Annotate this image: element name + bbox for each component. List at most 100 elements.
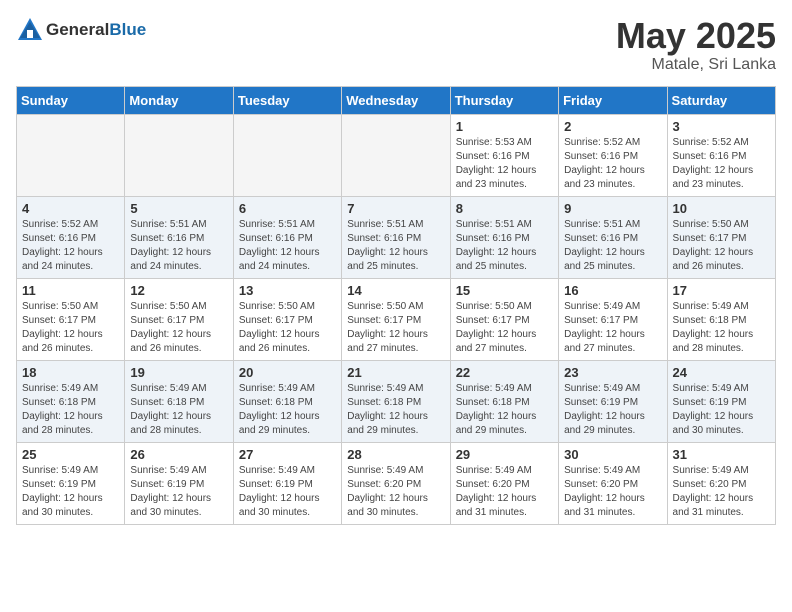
day-info: Sunrise: 5:49 AM Sunset: 6:18 PM Dayligh… <box>22 382 119 438</box>
table-row: 11 Sunrise: 5:50 AM Sunset: 6:17 PM Dayli… <box>17 278 125 360</box>
day-info: Sunrise: 5:50 AM Sunset: 6:17 PM Dayligh… <box>239 300 336 356</box>
table-row: 22 Sunrise: 5:49 AM Sunset: 6:18 PM Dayli… <box>450 360 558 442</box>
header-sunday: Sunday <box>17 86 125 114</box>
table-row: 1 Sunrise: 5:53 AM Sunset: 6:16 PM Daylig… <box>450 114 558 196</box>
day-number: 21 <box>347 365 444 380</box>
day-number: 26 <box>130 447 227 462</box>
table-row: 24Sunrise: 5:49 AM Sunset: 6:19 PM Dayli… <box>667 360 775 442</box>
table-row: 25Sunrise: 5:49 AM Sunset: 6:19 PM Dayli… <box>17 442 125 524</box>
day-info: Sunrise: 5:49 AM Sunset: 6:18 PM Dayligh… <box>347 382 444 438</box>
table-row: 6 Sunrise: 5:51 AM Sunset: 6:16 PM Daylig… <box>233 196 341 278</box>
table-row: 16 Sunrise: 5:49 AM Sunset: 6:17 PM Dayli… <box>559 278 667 360</box>
day-info: Sunrise: 5:51 AM Sunset: 6:16 PM Dayligh… <box>130 218 227 274</box>
day-number: 6 <box>239 201 336 216</box>
day-number: 17 <box>673 283 770 298</box>
table-row: 9Sunrise: 5:51 AM Sunset: 6:16 PM Daylig… <box>559 196 667 278</box>
day-info: Sunrise: 5:51 AM Sunset: 6:16 PM Dayligh… <box>347 218 444 274</box>
day-info: Sunrise: 5:50 AM Sunset: 6:17 PM Dayligh… <box>456 300 553 356</box>
weekday-header-row: Sunday Monday Tuesday Wednesday Thursday… <box>17 86 776 114</box>
day-number: 9 <box>564 201 661 216</box>
table-row: 5 Sunrise: 5:51 AM Sunset: 6:16 PM Daylig… <box>125 196 233 278</box>
title-block: May 2025 Matale, Sri Lanka <box>616 16 776 74</box>
table-row: 10 Sunrise: 5:50 AM Sunset: 6:17 PM Dayli… <box>667 196 775 278</box>
month-year-title: May 2025 <box>616 16 776 56</box>
day-number: 8 <box>456 201 553 216</box>
day-info: Sunrise: 5:49 AM Sunset: 6:20 PM Dayligh… <box>564 464 661 520</box>
table-row: 27 Sunrise: 5:49 AM Sunset: 6:19 PM Dayli… <box>233 442 341 524</box>
day-info: Sunrise: 5:53 AM Sunset: 6:16 PM Dayligh… <box>456 136 553 192</box>
calendar-week-row: 25Sunrise: 5:49 AM Sunset: 6:19 PM Dayli… <box>17 442 776 524</box>
day-info: Sunrise: 5:50 AM Sunset: 6:17 PM Dayligh… <box>347 300 444 356</box>
day-info: Sunrise: 5:49 AM Sunset: 6:20 PM Dayligh… <box>347 464 444 520</box>
table-row: 29Sunrise: 5:49 AM Sunset: 6:20 PM Dayli… <box>450 442 558 524</box>
header-tuesday: Tuesday <box>233 86 341 114</box>
page-header: GeneralBlue May 2025 Matale, Sri Lanka <box>16 16 776 74</box>
day-number: 12 <box>130 283 227 298</box>
table-row <box>342 114 450 196</box>
table-row: 7 Sunrise: 5:51 AM Sunset: 6:16 PM Daylig… <box>342 196 450 278</box>
calendar-week-row: 11 Sunrise: 5:50 AM Sunset: 6:17 PM Dayli… <box>17 278 776 360</box>
day-info: Sunrise: 5:51 AM Sunset: 6:16 PM Dayligh… <box>456 218 553 274</box>
day-info: Sunrise: 5:52 AM Sunset: 6:16 PM Dayligh… <box>22 218 119 274</box>
table-row <box>125 114 233 196</box>
day-number: 30 <box>564 447 661 462</box>
day-number: 20 <box>239 365 336 380</box>
day-number: 2 <box>564 119 661 134</box>
day-number: 11 <box>22 283 119 298</box>
day-info: Sunrise: 5:49 AM Sunset: 6:18 PM Dayligh… <box>456 382 553 438</box>
day-number: 7 <box>347 201 444 216</box>
logo-text-general: General <box>46 20 109 39</box>
table-row: 8 Sunrise: 5:51 AM Sunset: 6:16 PM Daylig… <box>450 196 558 278</box>
header-saturday: Saturday <box>667 86 775 114</box>
logo-icon <box>16 16 44 44</box>
day-number: 19 <box>130 365 227 380</box>
day-info: Sunrise: 5:49 AM Sunset: 6:19 PM Dayligh… <box>564 382 661 438</box>
day-number: 3 <box>673 119 770 134</box>
day-info: Sunrise: 5:49 AM Sunset: 6:18 PM Dayligh… <box>673 300 770 356</box>
table-row: 23Sunrise: 5:49 AM Sunset: 6:19 PM Dayli… <box>559 360 667 442</box>
table-row: 2Sunrise: 5:52 AM Sunset: 6:16 PM Daylig… <box>559 114 667 196</box>
calendar-week-row: 1 Sunrise: 5:53 AM Sunset: 6:16 PM Daylig… <box>17 114 776 196</box>
table-row: 31 Sunrise: 5:49 AM Sunset: 6:20 PM Dayli… <box>667 442 775 524</box>
table-row: 26 Sunrise: 5:49 AM Sunset: 6:19 PM Dayli… <box>125 442 233 524</box>
table-row <box>233 114 341 196</box>
day-number: 29 <box>456 447 553 462</box>
table-row: 30 Sunrise: 5:49 AM Sunset: 6:20 PM Dayli… <box>559 442 667 524</box>
table-row: 17 Sunrise: 5:49 AM Sunset: 6:18 PM Dayli… <box>667 278 775 360</box>
day-number: 16 <box>564 283 661 298</box>
day-number: 14 <box>347 283 444 298</box>
day-info: Sunrise: 5:49 AM Sunset: 6:17 PM Dayligh… <box>564 300 661 356</box>
table-row: 3Sunrise: 5:52 AM Sunset: 6:16 PM Daylig… <box>667 114 775 196</box>
day-number: 15 <box>456 283 553 298</box>
day-info: Sunrise: 5:51 AM Sunset: 6:16 PM Dayligh… <box>239 218 336 274</box>
day-number: 27 <box>239 447 336 462</box>
table-row: 4 Sunrise: 5:52 AM Sunset: 6:16 PM Daylig… <box>17 196 125 278</box>
table-row: 21 Sunrise: 5:49 AM Sunset: 6:18 PM Dayli… <box>342 360 450 442</box>
day-info: Sunrise: 5:49 AM Sunset: 6:19 PM Dayligh… <box>130 464 227 520</box>
calendar-week-row: 4 Sunrise: 5:52 AM Sunset: 6:16 PM Daylig… <box>17 196 776 278</box>
day-number: 18 <box>22 365 119 380</box>
day-number: 5 <box>130 201 227 216</box>
day-info: Sunrise: 5:49 AM Sunset: 6:19 PM Dayligh… <box>239 464 336 520</box>
calendar-table: Sunday Monday Tuesday Wednesday Thursday… <box>16 86 776 525</box>
logo: GeneralBlue <box>16 16 146 44</box>
day-info: Sunrise: 5:50 AM Sunset: 6:17 PM Dayligh… <box>22 300 119 356</box>
table-row: 18 Sunrise: 5:49 AM Sunset: 6:18 PM Dayli… <box>17 360 125 442</box>
day-info: Sunrise: 5:50 AM Sunset: 6:17 PM Dayligh… <box>673 218 770 274</box>
table-row: 19 Sunrise: 5:49 AM Sunset: 6:18 PM Dayli… <box>125 360 233 442</box>
day-number: 31 <box>673 447 770 462</box>
day-number: 1 <box>456 119 553 134</box>
header-friday: Friday <box>559 86 667 114</box>
day-info: Sunrise: 5:49 AM Sunset: 6:20 PM Dayligh… <box>673 464 770 520</box>
day-number: 4 <box>22 201 119 216</box>
day-number: 28 <box>347 447 444 462</box>
day-number: 10 <box>673 201 770 216</box>
day-info: Sunrise: 5:49 AM Sunset: 6:18 PM Dayligh… <box>239 382 336 438</box>
day-info: Sunrise: 5:49 AM Sunset: 6:18 PM Dayligh… <box>130 382 227 438</box>
table-row: 13Sunrise: 5:50 AM Sunset: 6:17 PM Dayli… <box>233 278 341 360</box>
day-number: 22 <box>456 365 553 380</box>
table-row <box>17 114 125 196</box>
table-row: 20 Sunrise: 5:49 AM Sunset: 6:18 PM Dayli… <box>233 360 341 442</box>
day-number: 24 <box>673 365 770 380</box>
table-row: 15 Sunrise: 5:50 AM Sunset: 6:17 PM Dayli… <box>450 278 558 360</box>
